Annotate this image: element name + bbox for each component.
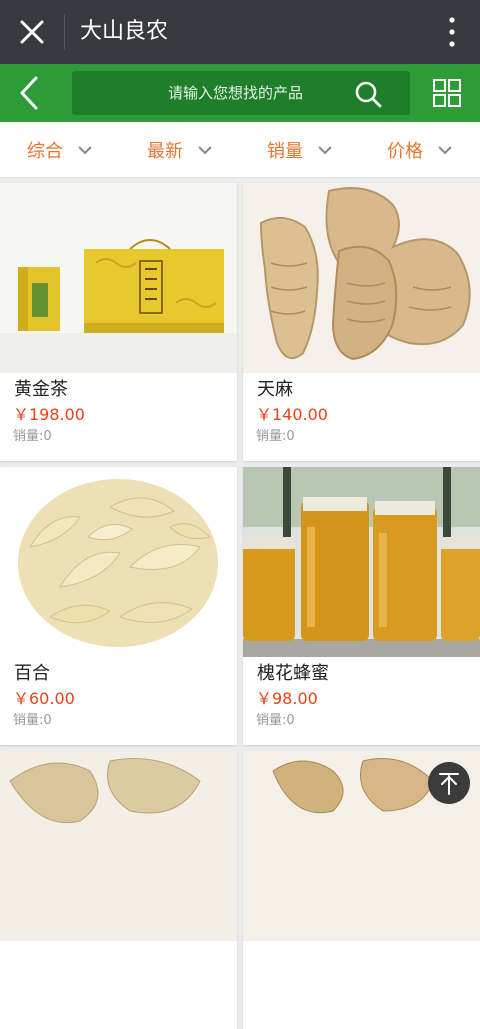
chevron-down-icon: [318, 145, 332, 154]
close-icon[interactable]: [14, 14, 50, 50]
search-input[interactable]: 请输入您想找的产品: [72, 71, 410, 115]
product-sales: 销量:0: [13, 713, 52, 728]
search-bar: 请输入您想找的产品: [0, 64, 480, 122]
product-image: [243, 467, 480, 657]
product-card[interactable]: 槐花蜂蜜 ￥98.00 销量:0: [243, 467, 480, 745]
filter-comprehensive[interactable]: 综合: [0, 122, 120, 177]
product-name: 槐花蜂蜜: [257, 663, 329, 684]
product-price: ￥98.00: [256, 689, 318, 708]
product-card[interactable]: 黄金茶 ￥198.00 销量:0: [0, 183, 237, 461]
filter-newest[interactable]: 最新: [120, 122, 240, 177]
filter-label: 价格: [387, 140, 423, 162]
page-title: 大山良农: [80, 19, 169, 44]
filter-label: 最新: [147, 140, 183, 162]
product-sales: 销量:0: [256, 713, 295, 728]
product-image: [0, 467, 237, 657]
product-card[interactable]: [0, 751, 237, 1029]
filter-label: 销量: [267, 140, 303, 162]
back-icon[interactable]: [12, 74, 48, 112]
search-icon[interactable]: [354, 80, 382, 108]
more-vert-icon[interactable]: [442, 14, 462, 50]
product-sales: 销量:0: [13, 429, 52, 444]
product-name: 百合: [14, 663, 50, 684]
product-name: 天麻: [257, 379, 293, 400]
divider: [64, 14, 65, 50]
grid-view-icon[interactable]: [432, 78, 462, 108]
filter-price[interactable]: 价格: [360, 122, 480, 177]
back-to-top-icon[interactable]: [428, 762, 470, 804]
search-placeholder: 请输入您想找的产品: [168, 84, 304, 102]
top-bar: 大山良农: [0, 0, 480, 64]
filter-label: 综合: [27, 140, 63, 162]
product-card[interactable]: 天麻 ￥140.00 销量:0: [243, 183, 480, 461]
chevron-down-icon: [198, 145, 212, 154]
product-card[interactable]: 百合 ￥60.00 销量:0: [0, 467, 237, 745]
chevron-down-icon: [438, 145, 452, 154]
product-price: ￥140.00: [256, 405, 328, 424]
product-image: [243, 183, 480, 373]
product-sales: 销量:0: [256, 429, 295, 444]
chevron-down-icon: [78, 145, 92, 154]
product-price: ￥198.00: [13, 405, 85, 424]
product-name: 黄金茶: [14, 379, 68, 400]
filter-sales[interactable]: 销量: [240, 122, 360, 177]
product-image: [0, 183, 237, 373]
filter-tabs: 综合 最新 销量 价格: [0, 122, 480, 178]
product-price: ￥60.00: [13, 689, 75, 708]
product-image: [0, 751, 237, 941]
